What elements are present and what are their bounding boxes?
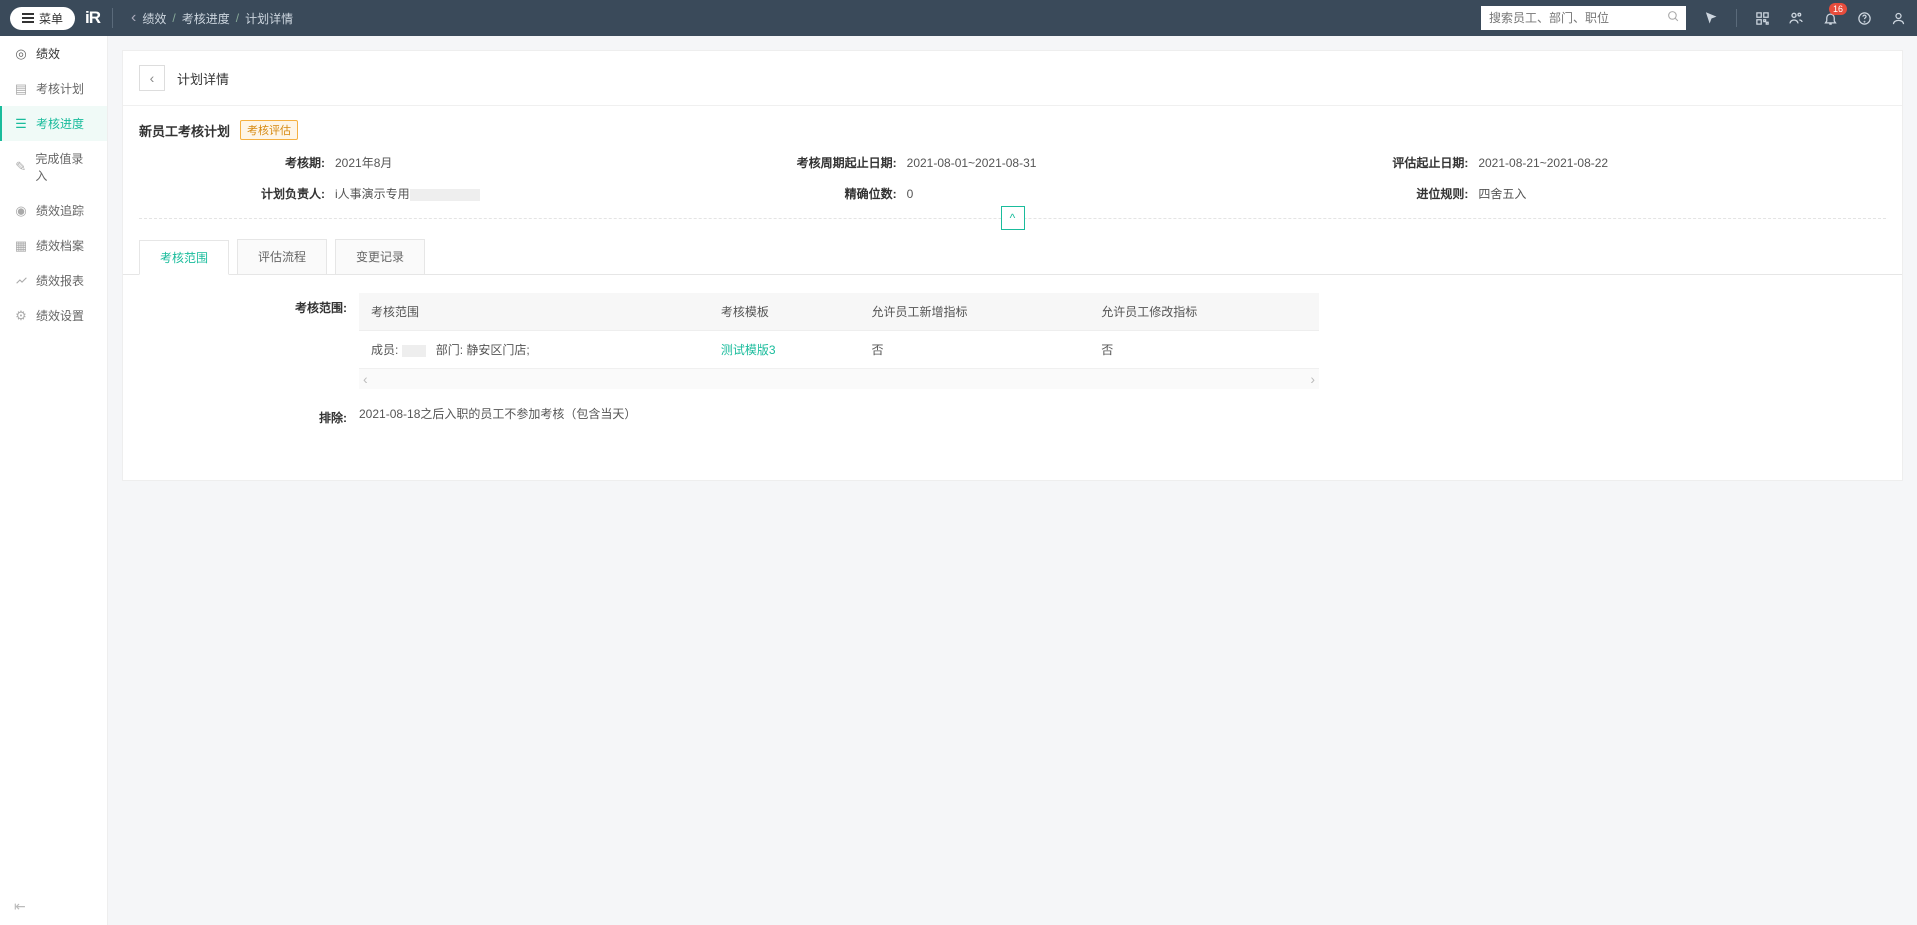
breadcrumb: 绩效 / 考核进度 / 计划详情 — [142, 10, 293, 27]
cursor-icon[interactable] — [1702, 9, 1720, 27]
plan-name: 新员工考核计划 — [139, 121, 230, 140]
qrcode-icon[interactable] — [1753, 9, 1771, 27]
sidebar-item-label: 绩效报表 — [36, 272, 84, 289]
sidebar-item-label: 绩效档案 — [36, 237, 84, 254]
template-link[interactable]: 测试模版3 — [721, 343, 776, 357]
breadcrumb-item[interactable]: 计划详情 — [245, 10, 293, 27]
main-content: ‹ 计划详情 新员工考核计划 考核评估 考核期: 2021年8月 考核周期起止日… — [108, 36, 1917, 925]
tab-flow[interactable]: 评估流程 — [237, 239, 327, 274]
user-icon[interactable] — [1889, 9, 1907, 27]
back-chevron-icon[interactable]: ‹ — [125, 9, 142, 27]
info-label-precision: 精确位数: — [727, 185, 907, 202]
scroll-right-icon[interactable]: › — [1310, 371, 1315, 387]
cell-allow-add: 否 — [859, 331, 1089, 369]
archive-icon: ▦ — [14, 239, 28, 253]
table-header-row: 考核范围 考核模板 允许员工新增指标 允许员工修改指标 — [359, 293, 1319, 331]
cell-allow-modify: 否 — [1089, 331, 1319, 369]
sidebar-item-settings[interactable]: ⚙ 绩效设置 — [0, 298, 107, 333]
track-icon: ◉ — [14, 204, 28, 218]
table-scroll-row: ‹ › — [359, 369, 1319, 389]
divider — [1736, 9, 1737, 27]
sidebar-item-label: 考核计划 — [36, 80, 84, 97]
plan-icon: ▤ — [14, 82, 28, 96]
bell-icon[interactable]: 16 — [1821, 9, 1839, 27]
search-box — [1481, 6, 1686, 30]
breadcrumb-item[interactable]: 考核进度 — [182, 10, 230, 27]
notification-badge: 16 — [1829, 3, 1847, 15]
collapse-toggle[interactable]: ^ — [1001, 206, 1025, 230]
sidebar-item-label: 考核进度 — [36, 115, 84, 132]
contacts-icon[interactable] — [1787, 9, 1805, 27]
sidebar-item-progress[interactable]: ☰ 考核进度 — [0, 106, 107, 141]
search-icon[interactable] — [1667, 10, 1680, 26]
sidebar-item-archive[interactable]: ▦ 绩效档案 — [0, 228, 107, 263]
breadcrumb-item[interactable]: 绩效 — [142, 10, 166, 27]
redacted-text — [402, 345, 426, 357]
info-label-eval: 评估起止日期: — [1298, 154, 1478, 171]
sidebar-item-label: 完成值录入 — [35, 150, 93, 184]
menu-icon — [22, 13, 34, 23]
th-template: 考核模板 — [709, 293, 860, 331]
report-icon — [14, 274, 28, 288]
tab-changes[interactable]: 变更记录 — [335, 239, 425, 274]
back-button[interactable]: ‹ — [139, 65, 165, 91]
th-allow-modify: 允许员工修改指标 — [1089, 293, 1319, 331]
tab-scope[interactable]: 考核范围 — [139, 240, 229, 275]
status-badge: 考核评估 — [240, 120, 298, 140]
app-header: 菜单 iR ‹ 绩效 / 考核进度 / 计划详情 16 — [0, 0, 1917, 36]
tab-content: 考核范围: 考核范围 考核模板 允许员工新增指标 允许员工修改指标 — [123, 274, 1902, 480]
exclude-label: 排除: — [139, 403, 359, 426]
cell-template: 测试模版3 — [709, 331, 860, 369]
table-row: 成员: 部门: 静安区门店; 测试模版3 否 否 — [359, 331, 1319, 369]
redacted-text — [410, 189, 480, 201]
divider — [112, 8, 113, 28]
menu-label: 菜单 — [39, 10, 63, 27]
sidebar-item-report[interactable]: 绩效报表 — [0, 263, 107, 298]
info-value-rounding: 四舍五入 — [1478, 185, 1526, 202]
scope-table: 考核范围 考核模板 允许员工新增指标 允许员工修改指标 成员: — [359, 293, 1319, 369]
chevron-up-icon: ^ — [1010, 211, 1016, 225]
info-label-owner: 计划负责人: — [155, 185, 335, 202]
sidebar-item-performance[interactable]: ◎ 绩效 — [0, 36, 107, 71]
search-input[interactable] — [1481, 6, 1686, 30]
sidebar-item-label: 绩效 — [36, 45, 60, 62]
sidebar-item-label: 绩效追踪 — [36, 202, 84, 219]
sidebar: ◎ 绩效 ▤ 考核计划 ☰ 考核进度 ✎ 完成值录入 ◉ 绩效追踪 ▦ 绩效档案… — [0, 36, 108, 925]
cell-scope: 成员: 部门: 静安区门店; — [359, 331, 709, 369]
info-value-precision: 0 — [907, 187, 914, 201]
menu-button[interactable]: 菜单 — [10, 7, 75, 30]
info-label-rounding: 进位规则: — [1298, 185, 1478, 202]
scope-label: 考核范围: — [139, 293, 359, 316]
exclude-text: 2021-08-18之后入职的员工不参加考核（包含当天） — [359, 403, 1319, 422]
info-value-owner: i人事演示专用 — [335, 185, 480, 202]
progress-icon: ☰ — [14, 117, 28, 131]
sidebar-collapse-icon[interactable]: ⇤ — [14, 898, 26, 914]
info-label-cycle: 考核周期起止日期: — [727, 154, 907, 171]
sidebar-item-track[interactable]: ◉ 绩效追踪 — [0, 193, 107, 228]
edit-icon: ✎ — [14, 160, 27, 174]
breadcrumb-separator: / — [236, 11, 239, 25]
th-allow-add: 允许员工新增指标 — [859, 293, 1089, 331]
settings-icon: ⚙ — [14, 309, 28, 323]
info-value-period: 2021年8月 — [335, 154, 392, 171]
app-logo: iR — [85, 8, 100, 28]
sidebar-item-input[interactable]: ✎ 完成值录入 — [0, 141, 107, 193]
page-header: ‹ 计划详情 — [123, 51, 1902, 106]
page-title: 计划详情 — [177, 69, 229, 88]
header-icons: 16 — [1702, 9, 1907, 27]
scroll-left-icon[interactable]: ‹ — [363, 371, 368, 387]
sidebar-item-label: 绩效设置 — [36, 307, 84, 324]
info-label-period: 考核期: — [155, 154, 335, 171]
help-icon[interactable] — [1855, 9, 1873, 27]
th-scope: 考核范围 — [359, 293, 709, 331]
plan-info-grid: 考核期: 2021年8月 考核周期起止日期: 2021-08-01~2021-0… — [139, 146, 1886, 219]
breadcrumb-separator: / — [172, 11, 175, 25]
info-value-eval: 2021-08-21~2021-08-22 — [1478, 156, 1608, 170]
info-value-cycle: 2021-08-01~2021-08-31 — [907, 156, 1037, 170]
target-icon: ◎ — [14, 47, 28, 61]
sidebar-item-plan[interactable]: ▤ 考核计划 — [0, 71, 107, 106]
